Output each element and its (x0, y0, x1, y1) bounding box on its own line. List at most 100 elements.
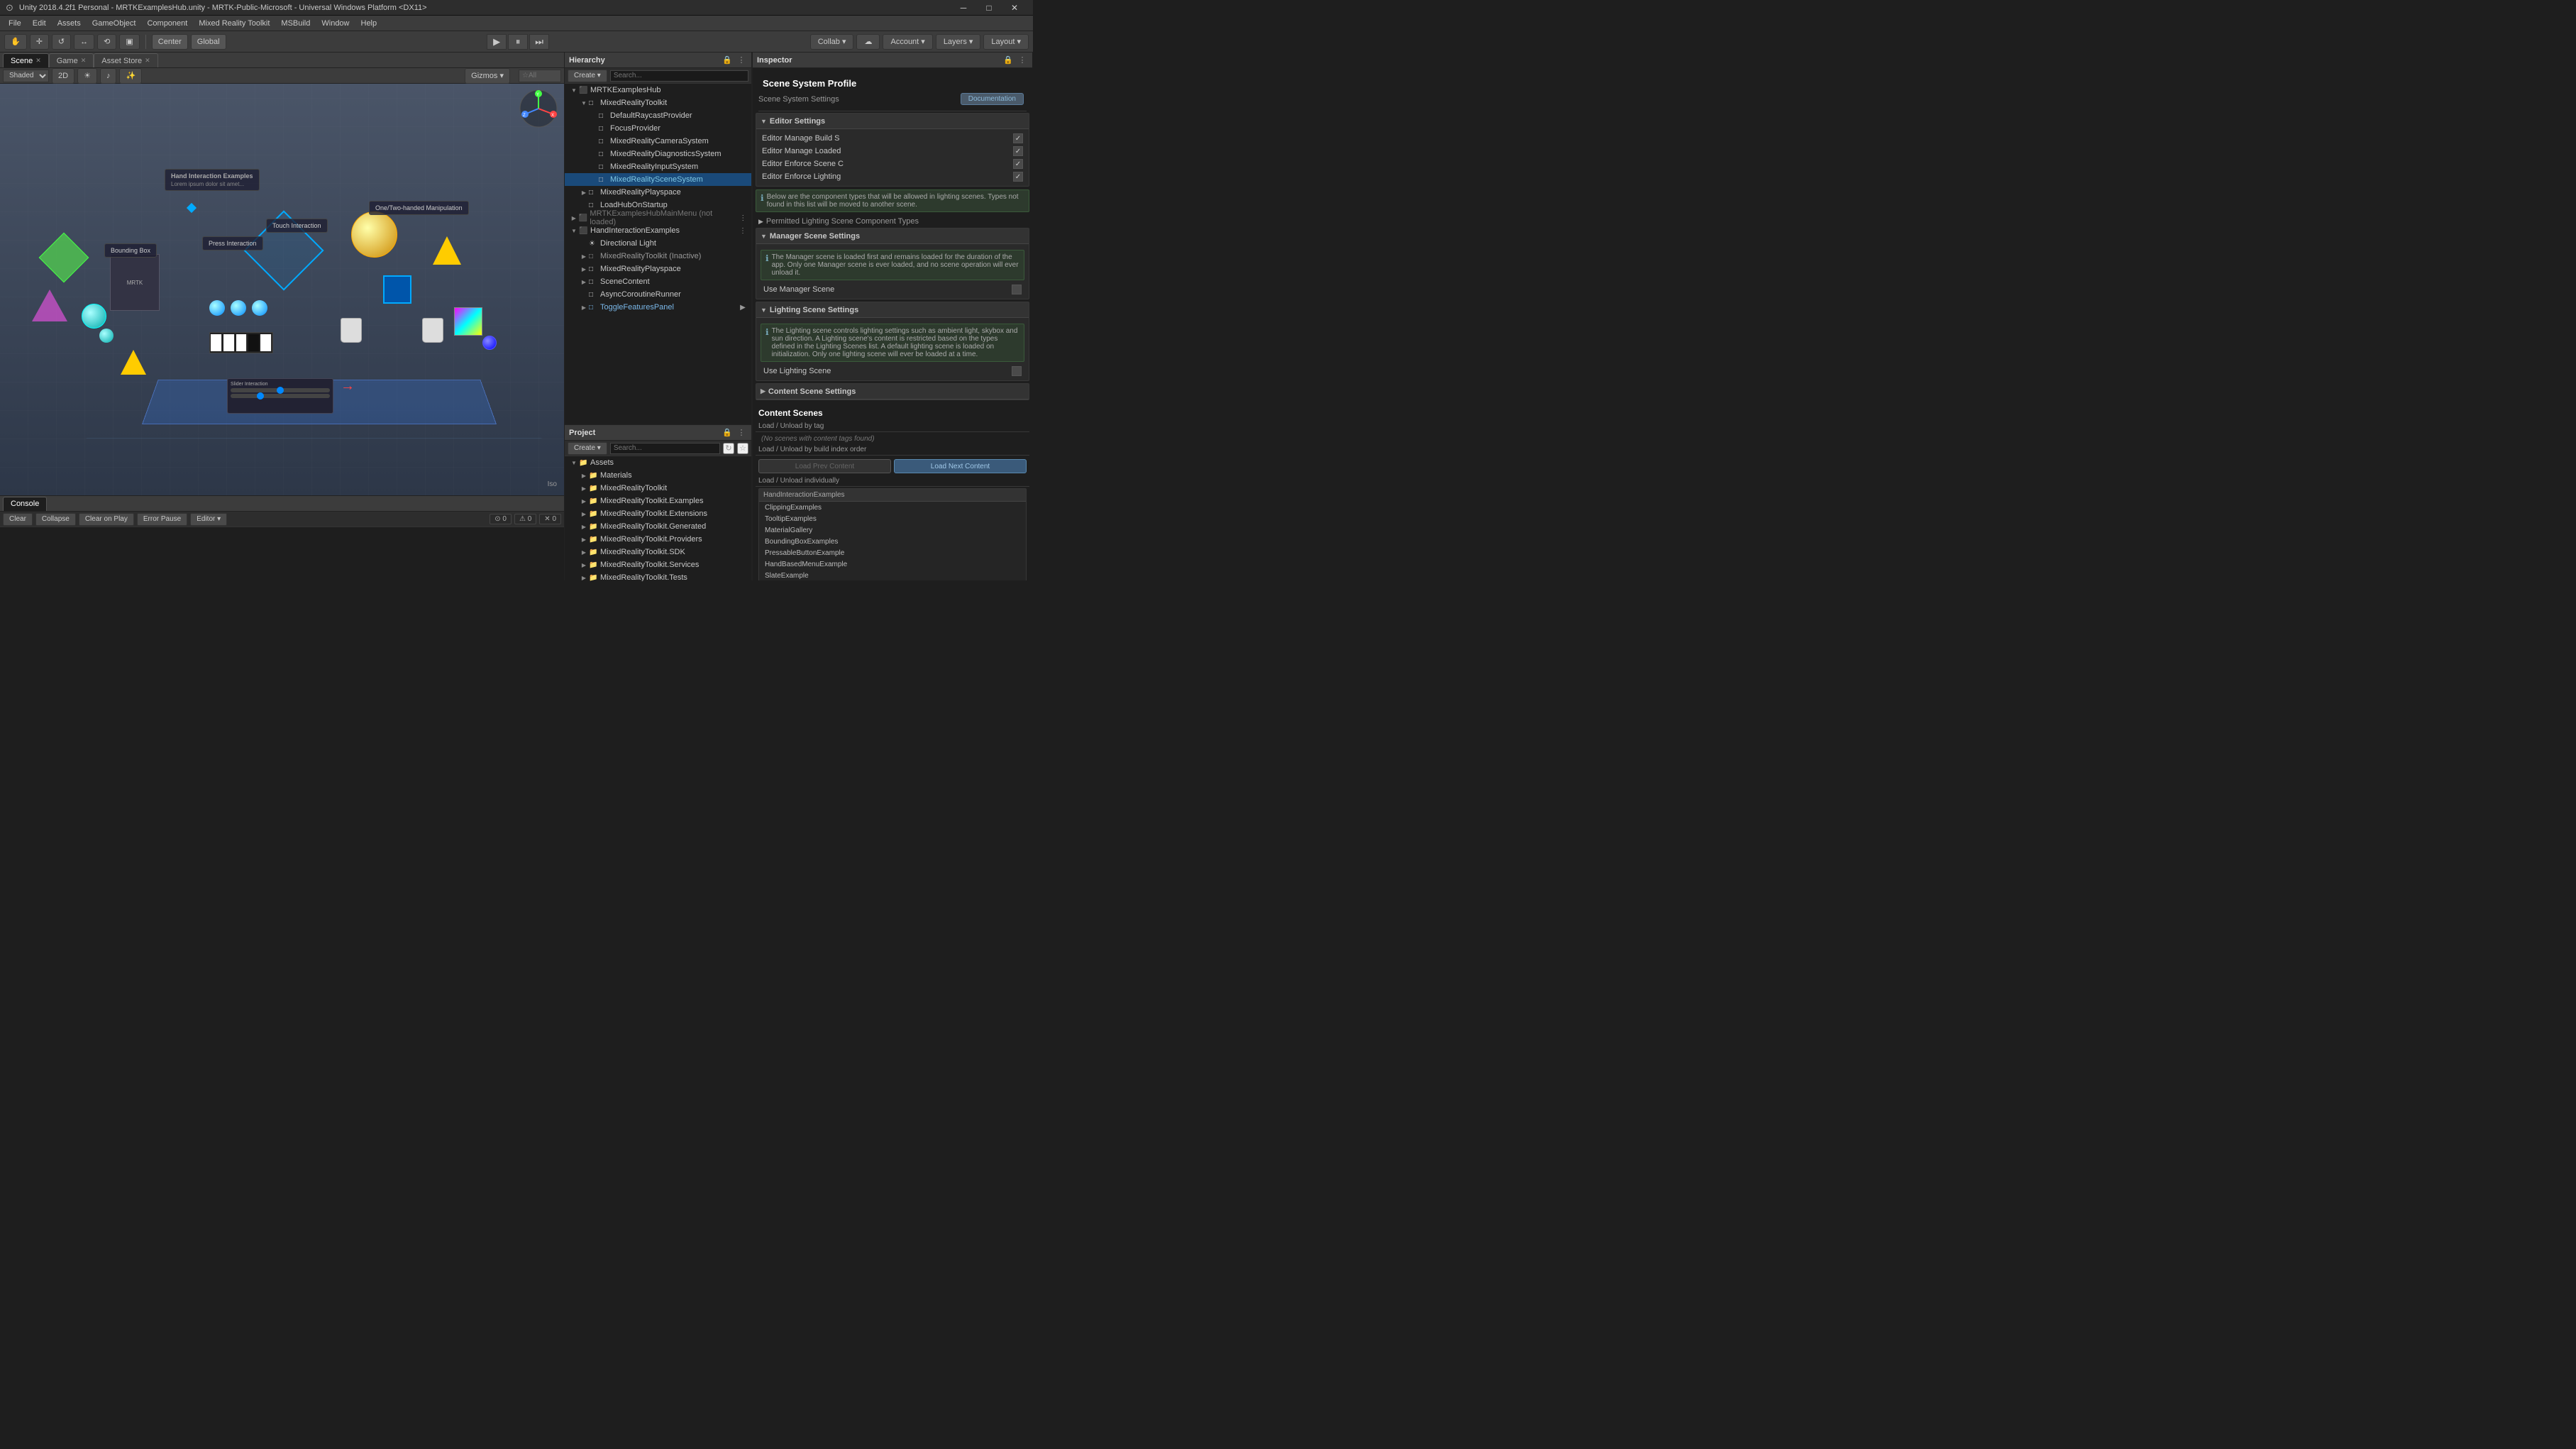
project-item-mrte[interactable]: ▶ 📁 MixedRealityToolkit.Examples (565, 495, 751, 507)
hierarchy-item-mrtkhub[interactable]: ▼ ⬛ MRTKExamplesHub (565, 84, 751, 97)
console-error-pause-button[interactable]: Error Pause (137, 513, 187, 526)
lighting-scene-header[interactable]: ▼ Lighting Scene Settings (756, 302, 1029, 318)
scene-list-item-material[interactable]: MaterialGallery (759, 524, 1026, 536)
hierarchy-item-mis[interactable]: □ MixedRealityInputSystem (565, 160, 751, 173)
center-button[interactable]: Center (152, 34, 188, 50)
hierarchy-item-mcs[interactable]: □ MixedRealityCameraSystem (565, 135, 751, 148)
console-editor-button[interactable]: Editor ▾ (190, 513, 227, 526)
use-manager-check[interactable] (1012, 285, 1022, 294)
hierarchy-item-menu2[interactable]: ⋮ (737, 225, 748, 236)
hierarchy-item-drp[interactable]: □ DefaultRaycastProvider (565, 109, 751, 122)
menu-edit[interactable]: Edit (27, 18, 52, 29)
rect-tool-button[interactable]: ⟲ (97, 34, 116, 50)
hierarchy-item-acr[interactable]: □ AsyncCoroutineRunner (565, 288, 751, 301)
2d-button[interactable]: 2D (52, 68, 74, 84)
content-scene-header[interactable]: ▶ Content Scene Settings (756, 384, 1029, 400)
layers-button[interactable]: Layers ▾ (936, 34, 981, 50)
project-refresh-icon[interactable]: ↻ (723, 443, 734, 454)
maximize-button[interactable]: □ (976, 0, 1002, 16)
hand-tool-button[interactable]: ✋ (4, 34, 27, 50)
inspector-lock-icon[interactable]: 🔒 (1002, 55, 1014, 66)
menu-component[interactable]: Component (141, 18, 193, 29)
menu-assets[interactable]: Assets (52, 18, 87, 29)
setting-check-lighting[interactable] (1013, 172, 1023, 182)
hierarchy-menu-icon[interactable]: ⋮ (736, 55, 747, 66)
scale-tool-button[interactable]: ↔ (74, 34, 94, 50)
project-item-mrtsv[interactable]: ▶ 📁 MixedRealityToolkit.Services (565, 558, 751, 571)
hierarchy-content[interactable]: ▼ ⬛ MRTKExamplesHub ▼ □ MixedRealityTool… (565, 84, 751, 424)
cloud-button[interactable]: ☁ (856, 34, 880, 50)
scene-search[interactable] (519, 70, 561, 82)
hierarchy-item-fp[interactable]: □ FocusProvider (565, 122, 751, 135)
account-button[interactable]: Account ▾ (883, 34, 932, 50)
hierarchy-item-menu3[interactable]: ▶ (737, 302, 748, 313)
tab-scene[interactable]: Scene ✕ (3, 53, 49, 67)
minimize-button[interactable]: ─ (951, 0, 976, 16)
inspector-menu-icon[interactable]: ⋮ (1017, 55, 1028, 66)
menu-msbuild[interactable]: MSBuild (275, 18, 316, 29)
gizmos-button[interactable]: Gizmos ▾ (465, 68, 510, 84)
hierarchy-item-mds[interactable]: □ MixedRealityDiagnosticsSystem (565, 148, 751, 160)
load-prev-content-button[interactable]: Load Prev Content (758, 459, 891, 473)
close-button[interactable]: ✕ (1002, 0, 1027, 16)
manager-scene-header[interactable]: ▼ Manager Scene Settings (756, 228, 1029, 244)
hierarchy-item-tfp[interactable]: ▶ □ ToggleFeaturesPanel ▶ (565, 301, 751, 314)
hierarchy-item-mrt[interactable]: ▼ □ MixedRealityToolkit (565, 97, 751, 109)
rotate-tool-button[interactable]: ↺ (52, 34, 71, 50)
console-clear-on-play-button[interactable]: Clear on Play (79, 513, 134, 526)
project-item-mrtt[interactable]: ▶ 📁 MixedRealityToolkit.Tests (565, 571, 751, 581)
load-next-content-button[interactable]: Load Next Content (894, 459, 1027, 473)
menu-file[interactable]: File (3, 18, 27, 29)
project-search[interactable] (610, 443, 720, 454)
tab-console[interactable]: Console (3, 497, 47, 511)
tab-asset-store[interactable]: Asset Store ✕ (94, 53, 157, 67)
menu-help[interactable]: Help (355, 18, 383, 29)
menu-window[interactable]: Window (316, 18, 355, 29)
menu-gameobject[interactable]: GameObject (87, 18, 142, 29)
scene-list-item-handbased[interactable]: HandBasedMenuExample (759, 558, 1026, 570)
hierarchy-item-sc[interactable]: ▶ □ SceneContent (565, 275, 751, 288)
scene-view[interactable]: MRTK (0, 84, 564, 495)
project-create-button[interactable]: Create ▾ (568, 442, 607, 455)
collab-button[interactable]: Collab ▾ (810, 34, 854, 50)
pause-button[interactable]: ⏸ (508, 34, 528, 50)
hierarchy-item-menu[interactable]: ⋮ (737, 212, 748, 224)
project-star-icon[interactable]: ☆ (737, 443, 748, 454)
scene-list-item-slate[interactable]: SlateExample (759, 570, 1026, 580)
project-item-assets[interactable]: ▼ 📁 Assets (565, 456, 751, 469)
project-lock-icon[interactable]: 🔒 (722, 427, 733, 439)
project-item-mrt[interactable]: ▶ 📁 MixedRealityToolkit (565, 482, 751, 495)
move-tool-button[interactable]: ✛ (30, 34, 49, 50)
console-clear-button[interactable]: Clear (3, 513, 33, 526)
shaded-select[interactable]: Shaded (3, 70, 49, 82)
project-item-mrtp[interactable]: ▶ 📁 MixedRealityToolkit.Providers (565, 533, 751, 546)
hierarchy-item-mrp2[interactable]: ▶ □ MixedRealityPlayspace (565, 263, 751, 275)
scene-list-item-pressable[interactable]: PressableButtonExample (759, 547, 1026, 558)
project-menu-icon[interactable]: ⋮ (736, 427, 747, 439)
project-content[interactable]: ▼ 📁 Assets ▶ 📁 Materials ▶ 📁 MixedRealit… (565, 456, 751, 581)
hierarchy-item-mrps[interactable]: ▶ □ MixedRealityPlayspace (565, 186, 751, 199)
use-lighting-check[interactable] (1012, 366, 1022, 376)
transform-tool-button[interactable]: ▣ (119, 34, 139, 50)
lights-button[interactable]: ☀ (77, 68, 97, 84)
hierarchy-item-mrti[interactable]: ▶ □ MixedRealityToolkit (Inactive) (565, 250, 751, 263)
console-collapse-button[interactable]: Collapse (35, 513, 76, 526)
editor-settings-header[interactable]: ▼ Editor Settings (756, 114, 1029, 129)
project-item-mrts[interactable]: ▶ 📁 MixedRealityToolkit.SDK (565, 546, 751, 558)
hierarchy-item-mmenu[interactable]: ▶ ⬛ MRTKExamplesHubMainMenu (not loaded)… (565, 211, 751, 224)
scene-list-item-clipping[interactable]: ClippingExamples (759, 502, 1026, 513)
hierarchy-item-dl[interactable]: ☀ Directional Light (565, 237, 751, 250)
scene-list-item-tooltip[interactable]: TooltipExamples (759, 513, 1026, 524)
hierarchy-item-mrss[interactable]: □ MixedRealitySceneSystem (565, 173, 751, 186)
tab-asset-store-close[interactable]: ✕ (145, 57, 150, 65)
hierarchy-search[interactable] (610, 70, 748, 82)
menu-mrtk[interactable]: Mixed Reality Toolkit (193, 18, 275, 29)
tab-game[interactable]: Game ✕ (49, 53, 94, 67)
play-button[interactable]: ▶ (487, 34, 507, 50)
hierarchy-create-button[interactable]: Create ▾ (568, 70, 607, 82)
inspector-content[interactable]: Scene System Profile Scene System Settin… (753, 68, 1032, 580)
setting-check-build[interactable] (1013, 133, 1023, 143)
setting-check-scene[interactable] (1013, 159, 1023, 169)
step-button[interactable]: ⏭ (529, 34, 549, 50)
hierarchy-lock-icon[interactable]: 🔒 (722, 55, 733, 66)
